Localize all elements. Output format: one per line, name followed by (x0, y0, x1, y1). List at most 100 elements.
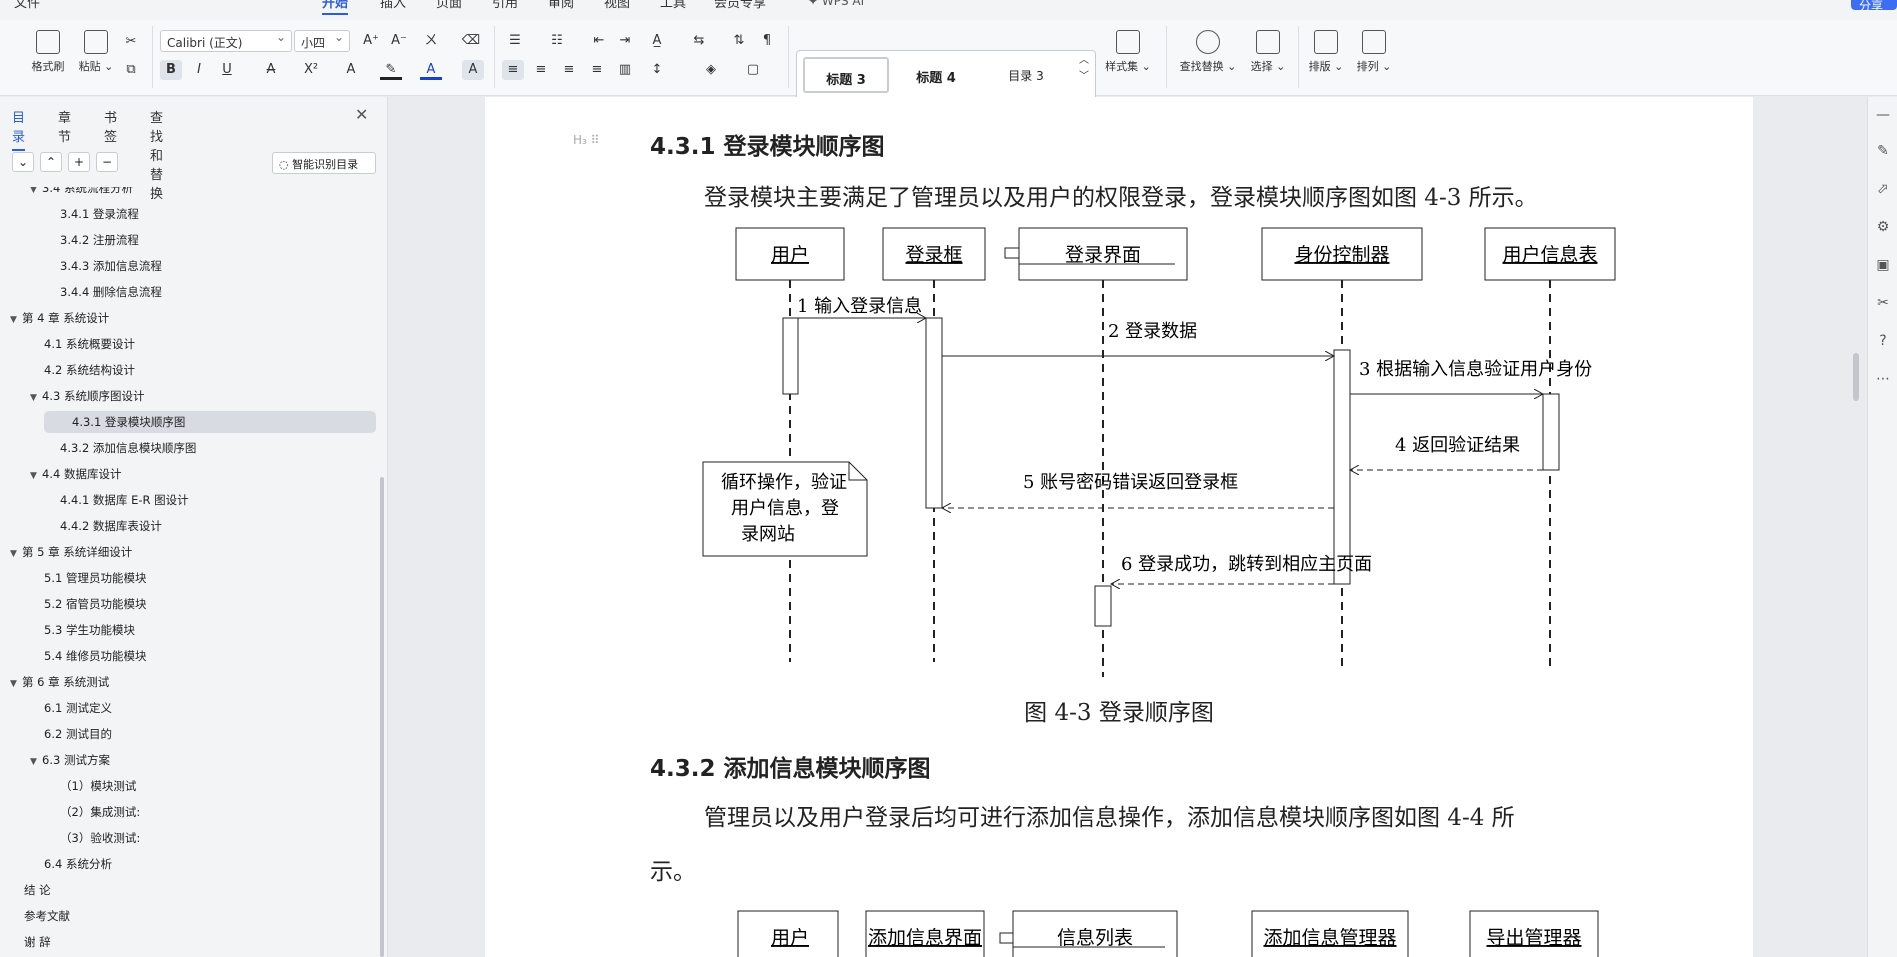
toc-item[interactable]: 4.2 系统结构设计 (44, 359, 135, 381)
menu-view[interactable]: 视图 (604, 0, 630, 11)
heading-handle-icon[interactable]: H₃ ⠿ (573, 133, 599, 147)
share-button[interactable]: 分享 (1851, 0, 1897, 13)
toc-item[interactable]: ▼ 4.3 系统顺序图设计 (30, 385, 144, 407)
menu-insert[interactable]: 插入 (380, 0, 406, 11)
scroll-thumb[interactable] (1853, 353, 1859, 401)
toc-item[interactable]: 结 论 (24, 879, 51, 901)
chinese-layout-icon[interactable]: A̲ (646, 31, 668, 51)
distribute-icon[interactable]: ▥ (614, 60, 636, 80)
font-color-icon[interactable]: A (420, 60, 442, 80)
copy-icon[interactable]: ⧉ (120, 60, 142, 80)
toc-item[interactable]: 4.3.2 添加信息模块顺序图 (60, 437, 196, 459)
toc-item[interactable]: 5.2 宿管员功能模块 (44, 593, 146, 615)
add-icon[interactable]: + (68, 152, 90, 172)
menu-member[interactable]: 会员专享 (714, 0, 766, 11)
toc-item[interactable]: 3.4.4 删除信息流程 (60, 281, 162, 303)
expand-icon[interactable]: ⌄ (12, 152, 34, 172)
menu-reference[interactable]: 引用 (492, 0, 518, 11)
highlight-icon[interactable]: ✎ (380, 60, 402, 80)
font-name-select[interactable]: Calibri (正文) (160, 30, 292, 52)
layout-button[interactable]: 排版 ⌄ (1306, 30, 1346, 74)
edit-icon[interactable]: ✎ (1875, 143, 1891, 159)
italic-icon[interactable]: I (188, 60, 210, 80)
collapse-icon[interactable]: ⌃ (40, 152, 62, 172)
menu-page[interactable]: 页面 (436, 0, 462, 11)
tab-toc[interactable]: 目录 (12, 107, 26, 151)
phonetic-icon[interactable]: ㄨ (420, 31, 442, 51)
align-center-icon[interactable]: ≡ (530, 60, 552, 80)
border-icon[interactable]: ▢ (742, 60, 764, 80)
toc-item[interactable]: （1）模块测试 (60, 775, 136, 797)
char-shading-icon[interactable]: A (462, 60, 484, 80)
superscript-icon[interactable]: X² (300, 60, 322, 80)
toc-item[interactable]: 3.4.3 添加信息流程 (60, 255, 162, 277)
toc-item[interactable]: 6.4 系统分析 (44, 853, 112, 875)
toc-item[interactable]: 4.3.1 登录模块顺序图 (44, 411, 376, 433)
pointer-icon[interactable]: ⬀ (1875, 181, 1891, 197)
style-set-button[interactable]: 样式集 ⌄ (1100, 30, 1156, 74)
menu-tools[interactable]: 工具 (660, 0, 686, 11)
toc-item[interactable]: ▼ 第 5 章 系统详细设计 (10, 541, 132, 563)
grow-font-icon[interactable]: A⁺ (360, 31, 382, 51)
expand-triangle-icon[interactable]: ▼ (10, 543, 22, 565)
wps-ai-button[interactable]: ✦ WPS AI (808, 0, 864, 8)
toc-item[interactable]: 4.4.1 数据库 E-R 图设计 (60, 489, 189, 511)
document-scrollbar[interactable] (1853, 97, 1867, 957)
tab-sections[interactable]: 章节 (58, 107, 71, 145)
close-icon[interactable]: ✕ (355, 105, 368, 124)
expand-triangle-icon[interactable]: ▼ (30, 387, 42, 409)
expand-triangle-icon[interactable]: ▼ (10, 673, 22, 695)
line-spacing-icon[interactable]: ↕ (646, 60, 668, 80)
toc-item[interactable]: ▼ 6.3 测试方案 (30, 749, 110, 771)
toc-item[interactable]: 5.1 管理员功能模块 (44, 567, 146, 589)
shading-icon[interactable]: ◈ (700, 60, 722, 80)
toc-item[interactable]: ▼ 3.4 系统流程分析 (30, 187, 133, 199)
expand-triangle-icon[interactable]: ▼ (30, 465, 42, 487)
toc-item[interactable]: 5.4 维修员功能模块 (44, 645, 146, 667)
paragraph-4-3-2[interactable]: 管理员以及用户登录后均可进行添加信息操作，添加信息模块顺序图如图 4-4 所 示… (650, 791, 1620, 899)
format-painter-button[interactable]: 格式刷 (28, 30, 68, 74)
heading-4-3-2[interactable]: 4.3.2 添加信息模块顺序图 (650, 749, 931, 783)
toc-item[interactable]: ▼ 第 6 章 系统测试 (10, 671, 109, 693)
increase-indent-icon[interactable]: ⇥ (614, 31, 636, 51)
menu-file[interactable]: 文件 (14, 0, 40, 11)
smart-toc-button[interactable]: ◌ 智能识别目录 (272, 152, 376, 174)
nav-scrollbar[interactable] (380, 477, 384, 957)
style-toc3[interactable]: 目录 3 (983, 57, 1069, 93)
settings-sliders-icon[interactable]: ⚙ (1875, 219, 1891, 235)
numbered-list-icon[interactable]: ☷ (546, 31, 568, 51)
show-marks-icon[interactable]: ¶ (756, 31, 778, 51)
text-effect-icon[interactable]: A (340, 60, 362, 80)
toc-item[interactable]: 6.2 测试目的 (44, 723, 112, 745)
toc-item[interactable]: 参考文献 (24, 905, 70, 927)
style-scroll-down-icon[interactable]: ﹀ (1073, 67, 1095, 87)
toc-item[interactable]: 3.4.1 登录流程 (60, 203, 139, 225)
shrink-font-icon[interactable]: A⁻ (388, 31, 410, 51)
toc-item[interactable]: 6.1 测试定义 (44, 697, 112, 719)
expand-triangle-icon[interactable]: ▼ (10, 309, 22, 331)
select-button[interactable]: 选择 ⌄ (1246, 30, 1290, 74)
toc-item[interactable]: 5.3 学生功能模块 (44, 619, 135, 641)
remove-icon[interactable]: − (96, 152, 118, 172)
image-icon[interactable]: ▣ (1875, 257, 1891, 273)
toc-item[interactable]: 3.4.2 注册流程 (60, 229, 139, 251)
more-icon[interactable]: ⋯ (1875, 371, 1891, 387)
text-direction-icon[interactable]: ⇆ (688, 31, 710, 51)
expand-triangle-icon[interactable]: ▼ (30, 751, 42, 773)
align-left-icon[interactable]: ≡ (502, 60, 524, 80)
toc-item[interactable]: 谢 辞 (24, 931, 51, 953)
justify-icon[interactable]: ≡ (586, 60, 608, 80)
expand-triangle-icon[interactable]: ▼ (30, 187, 42, 201)
find-replace-button[interactable]: 查找替换 ⌄ (1176, 30, 1240, 74)
clear-format-icon[interactable]: ⌫ (460, 31, 482, 51)
toc-item[interactable]: ▼ 第 4 章 系统设计 (10, 307, 109, 329)
collapse-panel-icon[interactable]: — (1875, 107, 1891, 123)
style-heading4[interactable]: 标题 4 (893, 57, 979, 93)
cut-icon[interactable]: ✂ (120, 32, 142, 52)
paragraph-4-3-1[interactable]: 登录模块主要满足了管理员以及用户的权限登录，登录模块顺序图如图 4-3 所示。 (650, 171, 1620, 225)
strikethrough-icon[interactable]: A (260, 60, 282, 80)
underline-icon[interactable]: U (216, 60, 238, 80)
align-right-icon[interactable]: ≡ (558, 60, 580, 80)
tools-icon[interactable]: ✂ (1875, 295, 1891, 311)
toc-item[interactable]: （2）集成测试: (60, 801, 140, 823)
